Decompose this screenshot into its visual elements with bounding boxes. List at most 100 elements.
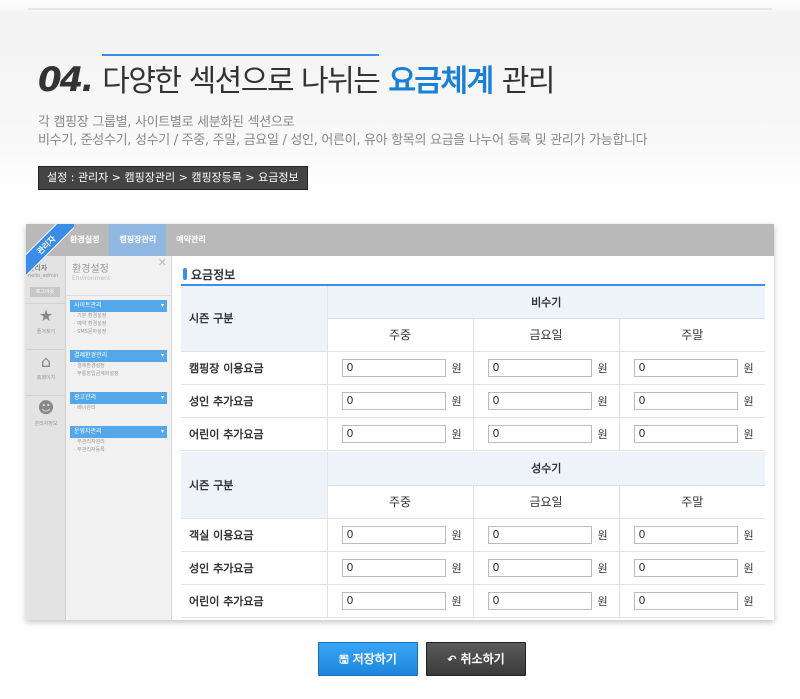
price-input[interactable]: 0 [487, 424, 592, 443]
description: 각 캠핑장 그룹별, 사이트별로 세분화된 섹션으로 비수기, 준성수기, 성수… [38, 114, 648, 150]
table-row: 성인 추가요금 0원 0원 0원 [181, 384, 765, 418]
description-line: 각 캠핑장 그룹별, 사이트별로 세분화된 섹션으로 [38, 115, 295, 130]
column-header: 주중 [326, 318, 473, 352]
season-label: 시즌 구분 [181, 285, 328, 352]
row-label: 어린이 추가요금 [181, 417, 327, 451]
save-button[interactable]: 🖫 저장하기 [318, 642, 418, 676]
price-input[interactable]: 0 [341, 525, 446, 544]
price-input[interactable]: 0 [487, 558, 592, 577]
row-label: 어린이 추가요금 [181, 584, 327, 618]
price-input[interactable]: 0 [487, 525, 592, 544]
user-settings-icon: ☻ [37, 398, 55, 417]
save-button-label: 저장하기 [352, 652, 397, 666]
top-navigation: 환경설정 캠핑장관리 예약관리 [26, 224, 774, 256]
panel-item[interactable]: · 부관리자등록 [66, 446, 171, 454]
cancel-button-label: 취소하기 [460, 652, 505, 666]
unit-label: 원 [451, 394, 462, 408]
panel-subtitle: Environment [72, 275, 111, 282]
price-input[interactable]: 0 [487, 591, 592, 610]
price-input[interactable]: 0 [341, 358, 446, 377]
price-input[interactable]: 0 [341, 558, 446, 577]
section-label: 운영자관리 [74, 428, 102, 435]
panel-item[interactable]: · 결제환경설정 [66, 362, 171, 370]
unit-label: 원 [451, 528, 462, 542]
panel-section-site[interactable]: 사이트관리 ▾ [70, 300, 167, 312]
unit-label: 원 [597, 528, 608, 542]
price-input[interactable]: 0 [633, 424, 738, 443]
left-sidebar: 관리자 hello_admin 로그아웃 ★ 즐겨찾기 ⌂ 홈페이지 ☻ 관리자… [26, 256, 66, 620]
unit-label: 원 [743, 361, 754, 375]
page: 04. 다양한 섹션으로 나뉘는 요금체계 관리 각 캠핑장 그룹별, 사이트별… [0, 0, 800, 699]
price-input[interactable]: 0 [487, 358, 592, 377]
unit-label: 원 [743, 394, 754, 408]
panel-title: 환경설정 [72, 264, 109, 275]
admin-screenshot: 관리자 환경설정 캠핑장관리 예약관리 관리자 hello_admin 로그아웃… [26, 224, 774, 620]
panel-item[interactable]: · 예약 환경설정 [66, 320, 171, 328]
unit-label: 원 [597, 394, 608, 408]
season-name: 성수기 [327, 452, 765, 486]
table-row: 성인 추가요금 0원 0원 0원 [181, 551, 765, 585]
fee-content: 요금정보 시즌 구분 비수기 주중 금요일 주말 캠핑장 이용요금 0원 0원 … [181, 256, 774, 620]
panel-item[interactable]: · 기본 환경설정 [66, 312, 171, 320]
unit-label: 원 [743, 528, 754, 542]
cancel-button[interactable]: ↶ 취소하기 [426, 642, 526, 676]
table-row: 어린이 추가요금 0원 0원 0원 [181, 417, 765, 451]
chevron-down-icon: ▾ [160, 302, 164, 309]
chevron-down-icon: ▾ [160, 428, 164, 435]
row-label: 성인 추가요금 [181, 551, 327, 585]
section-label: 광고관리 [74, 394, 97, 401]
breadcrumb: 설정 : 관리자 > 캠핑장관리 > 캠핑장등록 > 요금정보 [38, 166, 308, 190]
unit-label: 원 [743, 561, 754, 575]
star-icon: ★ [38, 306, 54, 325]
content-title: 요금정보 [183, 266, 235, 283]
price-input[interactable]: 0 [633, 591, 738, 610]
sidebar-admin-info[interactable]: ☻ 관리자정보 [26, 395, 66, 435]
unit-label: 원 [597, 561, 608, 575]
panel-section-ads[interactable]: 광고관리 ▾ [70, 392, 167, 404]
price-input[interactable]: 0 [633, 525, 738, 544]
description-line: 비수기, 준성수기, 성수기 / 주중, 주말, 금요일 / 성인, 어른이, … [38, 133, 648, 148]
admin-ribbon: 관리자 [26, 224, 74, 274]
section-label: 사이트관리 [74, 302, 102, 309]
panel-item[interactable]: · 배너관리 [66, 404, 171, 412]
headline-text: 다양한 섹션으로 나뉘는 [102, 54, 381, 100]
unit-label: 원 [743, 594, 754, 608]
sidebar-icon-caption: 즐겨찾기 [36, 329, 56, 335]
unit-label: 원 [451, 561, 462, 575]
panel-item[interactable]: · 무통장입금계좌설정 [66, 370, 171, 378]
headline: 04. 다양한 섹션으로 나뉘는 요금체계 관리 [38, 54, 555, 100]
column-header: 주말 [618, 318, 765, 352]
unit-label: 원 [597, 427, 608, 441]
close-icon[interactable]: ✕ [158, 256, 167, 269]
nav-tab-campsite[interactable]: 캠핑장관리 [109, 224, 167, 256]
logout-button[interactable]: 로그아웃 [30, 287, 60, 297]
ribbon-label: 관리자 [26, 224, 74, 274]
table-row: 캠핑장 이용요금 0원 0원 0원 [181, 351, 765, 385]
season-name: 비수기 [327, 285, 765, 319]
fee-table-peakseason: 시즌 구분 성수기 주중 금요일 주말 객실 이용요금 0원 0원 0원 성인 … [181, 452, 765, 618]
fee-table-offseason: 시즌 구분 비수기 주중 금요일 주말 캠핑장 이용요금 0원 0원 0원 성인… [181, 284, 765, 451]
headline-number: 04. [38, 60, 94, 100]
column-header: 금요일 [472, 318, 619, 352]
nav-tab-reservation[interactable]: 예약관리 [166, 224, 215, 256]
unit-label: 원 [597, 594, 608, 608]
undo-icon: ↶ [447, 653, 457, 666]
panel-section-operators[interactable]: 운영자관리 ▾ [70, 426, 167, 438]
panel-item[interactable]: · SMS문자설정 [66, 328, 171, 336]
headline-highlight: 요금체계 [388, 64, 494, 99]
unit-label: 원 [743, 427, 754, 441]
panel-item[interactable]: · 부관리자관리 [66, 438, 171, 446]
unit-label: 원 [451, 427, 462, 441]
price-input[interactable]: 0 [633, 391, 738, 410]
price-input[interactable]: 0 [633, 558, 738, 577]
price-input[interactable]: 0 [633, 358, 738, 377]
price-input[interactable]: 0 [341, 591, 446, 610]
panel-section-payment[interactable]: 결제환경관리 ▾ [70, 350, 167, 362]
price-input[interactable]: 0 [341, 391, 446, 410]
price-input[interactable]: 0 [487, 391, 592, 410]
top-divider [28, 8, 772, 10]
price-input[interactable]: 0 [341, 424, 446, 443]
sidebar-homepage[interactable]: ⌂ 홈페이지 [26, 349, 66, 389]
season-label: 시즌 구분 [181, 452, 328, 519]
sidebar-favorites[interactable]: ★ 즐겨찾기 [26, 303, 66, 343]
